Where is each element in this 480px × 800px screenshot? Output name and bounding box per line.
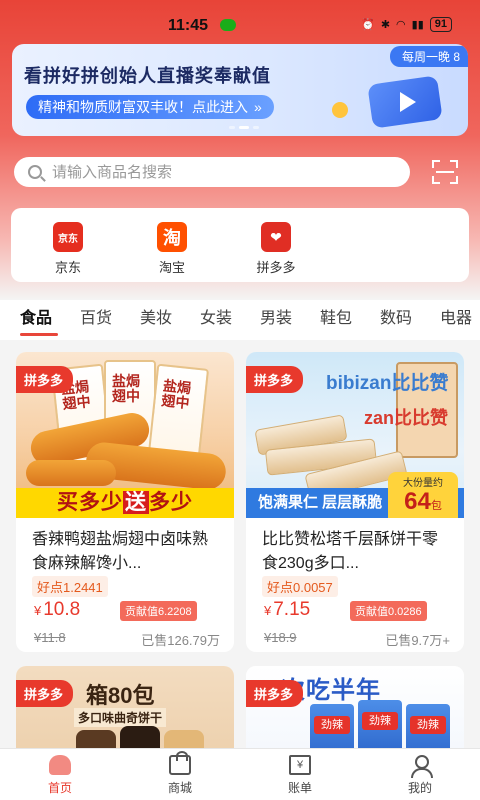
tab-food[interactable]: 食品 (20, 300, 80, 340)
system-icons: ⏰ ✱ ◠ ▮▮ 91 (361, 17, 452, 32)
product-name: 香辣鸭翅盐焗翅中卤味熟食麻辣解馋小... (32, 531, 209, 572)
taobao-logo-icon: 淘 (157, 222, 187, 252)
package-label: 盐焗翅中 (112, 373, 140, 404)
haodian-badge: 好点0.0057 (262, 576, 338, 597)
badge-caption: 大份量约 (403, 478, 443, 489)
price-value: 7.15 (273, 599, 311, 620)
double-chevron-icon: » (254, 99, 262, 115)
tab-bags-shoes[interactable]: 鞋包 (320, 300, 380, 340)
search-input[interactable] (52, 163, 372, 181)
brand-text: bibizan比比赞 (326, 373, 449, 394)
original-price: ¥18.9 (264, 630, 297, 645)
category-tabs: 食品 百货 美妆 女装 男装 鞋包 数码 电器 (0, 300, 480, 340)
carousel-indicator (229, 126, 259, 129)
promo-text: 买多少 (57, 491, 123, 514)
image-headline: 箱80包 (86, 683, 155, 708)
product-card[interactable]: 拼多多 bibizan比比赞 zan比比赞 饱满果仁 层层酥脆 大份量约 64包 … (246, 352, 464, 652)
banner-enter-button[interactable]: 精神和物质财富双丰收！点此进入 » (26, 95, 274, 119)
original-price: ¥11.8 (34, 630, 66, 645)
tab-womens-wear[interactable]: 女装 (200, 300, 260, 340)
status-time: 11:45 (168, 17, 209, 34)
price-value: 10.8 (43, 599, 81, 620)
badge-number: 64 (404, 488, 431, 515)
platform-tag: 拼多多 (16, 366, 74, 393)
platform-pinduoduo[interactable]: ❤ 拼多多 (249, 222, 303, 282)
currency-symbol: ¥ (34, 603, 42, 618)
alarm-icon: ⏰ (361, 19, 375, 31)
bill-icon: ¥ (289, 755, 311, 775)
package-label: 盐焗翅中 (160, 377, 192, 412)
pack-label: 劲辣 (410, 716, 446, 734)
banner-title: 看拼好拼创始人直播奖奉献值 (24, 66, 271, 86)
sold-count: 已售9.7万+ (385, 633, 450, 648)
product-price: ¥7.15 (264, 599, 310, 621)
play-icon (400, 92, 416, 112)
banner-corner-label: 每周一晚 8 (389, 46, 468, 67)
platform-jd[interactable]: 京东 京东 (41, 222, 95, 282)
person-icon (409, 755, 433, 778)
bag-icon (169, 751, 191, 775)
battery-indicator: 91 (429, 17, 452, 32)
pack-label: 劲辣 (362, 712, 398, 730)
product-price: ¥10.8 (34, 599, 80, 621)
tab-mens-wear[interactable]: 男装 (260, 300, 320, 340)
product-image: 拼多多 盐焗翅中 盐焗翅中 盐焗翅中 买多少送多少 (16, 352, 234, 518)
coin-icon (332, 102, 348, 118)
tab-digital[interactable]: 数码 (380, 300, 440, 340)
contribution-badge: 贡献值0.0286 (350, 601, 427, 621)
tab-home[interactable]: 首页 (0, 749, 120, 800)
tab-label: 我的 (407, 781, 432, 795)
bluetooth-icon: ✱ (380, 19, 391, 31)
brand-text: zan比比赞 (364, 408, 449, 428)
bottom-tab-bar: 首页 商城 ¥ 账单 我的 (0, 748, 480, 800)
product-card[interactable]: 拼多多 盐焗翅中 盐焗翅中 盐焗翅中 买多少送多少 香辣鸭翅盐焗翅中卤味熟食麻辣… (16, 352, 234, 652)
wifi-icon: ◠ (396, 19, 406, 31)
promo-banner[interactable]: 看拼好拼创始人直播奖奉献值 精神和物质财富双丰收！点此进入 » 每周一晚 8 (12, 44, 468, 136)
promo-text: 多少 (149, 491, 193, 514)
status-bar: 11:45 ⏰ ✱ ◠ ▮▮ 91 (0, 0, 480, 44)
banner-button-label: 精神和物质财富双丰收！点此进入 (38, 99, 248, 115)
signal-icon: ▮▮ (411, 19, 424, 31)
chicken-wing-illustration (26, 460, 116, 486)
pinduoduo-logo-icon: ❤ (261, 222, 291, 252)
haodian-badge: 好点1.2441 (32, 576, 108, 597)
jd-logo-icon: 京东 (53, 222, 83, 252)
tab-label: 账单 (287, 781, 312, 795)
tab-mall[interactable]: 商城 (120, 749, 240, 800)
tab-bill[interactable]: ¥ 账单 (240, 749, 360, 800)
home-icon (49, 755, 71, 775)
search-bar[interactable] (14, 157, 410, 187)
platform-tag: 拼多多 (16, 680, 74, 707)
tab-label: 商城 (167, 781, 192, 795)
platform-label: 京东 (54, 260, 81, 275)
promo-strip: 买多少送多少 (16, 488, 234, 518)
currency-symbol: ¥ (264, 603, 272, 618)
platform-shortcuts: 京东 京东 淘 淘宝 ❤ 拼多多 (11, 208, 469, 282)
search-icon (28, 165, 42, 179)
tab-appliances[interactable]: 电器 (440, 300, 480, 340)
platform-label: 拼多多 (256, 260, 296, 275)
promo-highlight: 送 (123, 491, 149, 514)
platform-label: 淘宝 (158, 260, 185, 275)
tab-beauty[interactable]: 美妆 (140, 300, 200, 340)
contribution-badge: 贡献值6.2208 (120, 601, 197, 621)
product-image: 拼多多 bibizan比比赞 zan比比赞 饱满果仁 层层酥脆 大份量约 64包 (246, 352, 464, 518)
badge-unit: 包 (430, 500, 442, 512)
tab-general-goods[interactable]: 百货 (80, 300, 140, 340)
tab-me[interactable]: 我的 (360, 749, 480, 800)
sold-count: 已售126.79万 (141, 633, 220, 648)
wechat-notification-icon (220, 19, 236, 31)
quantity-badge: 大份量约 64包 (388, 472, 458, 518)
scan-icon[interactable] (432, 160, 458, 184)
image-subline: 多口味曲奇饼干 (74, 708, 167, 727)
pack-label: 劲辣 (314, 716, 350, 734)
platform-taobao[interactable]: 淘 淘宝 (145, 222, 199, 282)
product-name: 比比赞松塔千层酥饼干零食230g多口... (262, 531, 439, 572)
tab-label: 首页 (47, 781, 72, 795)
platform-tag: 拼多多 (246, 680, 304, 707)
platform-tag: 拼多多 (246, 366, 304, 393)
